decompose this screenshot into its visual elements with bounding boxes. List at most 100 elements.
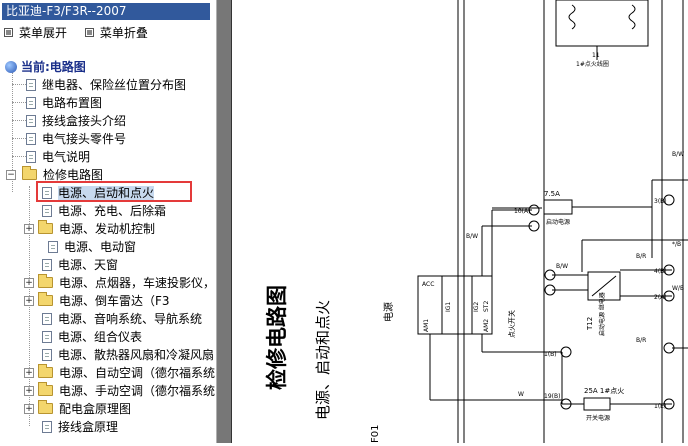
wire-label: B/W <box>556 263 568 270</box>
wire-label: W <box>518 391 524 398</box>
tree-folder[interactable]: 电源、自动空调（德尔福系统 <box>38 364 215 382</box>
connector-id: 1(E) <box>654 403 666 410</box>
tree-item-label: 电源、散热器风扇和冷凝风扇 <box>58 348 215 362</box>
wire-label: B/R <box>636 337 646 344</box>
document-icon <box>42 204 52 217</box>
tree-item-label: 电源、发动机控制 <box>59 222 156 236</box>
document-icon <box>26 132 36 145</box>
fuse-1-rating: 7.5A <box>544 190 560 198</box>
tree-item-label: 电源、自动空调（德尔福系统 <box>59 366 216 380</box>
tree-item-label: 电气接头零件号 <box>42 132 127 146</box>
tree-item-label: 电源、天窗 <box>58 258 119 272</box>
tree-item[interactable]: 电源、组合仪表 <box>42 328 142 346</box>
tree-item[interactable]: 电源、电动窗 <box>48 238 136 256</box>
expand-toggle[interactable]: + <box>24 278 34 288</box>
expand-toggle[interactable]: + <box>24 368 34 378</box>
coil-winding <box>568 4 576 30</box>
folder-icon <box>38 292 53 306</box>
wiring-diagram: 检修电路图 电源、启动和点火 电源 F01 7.5A 启动电源 25A 1#点火… <box>265 0 688 443</box>
connector-id: 10(A) <box>514 208 530 215</box>
tree-line <box>12 156 26 157</box>
document-icon <box>26 78 36 91</box>
document-viewer: 检修电路图 电源、启动和点火 电源 F01 7.5A 启动电源 25A 1#点火… <box>217 0 688 443</box>
tree-item-label: 电源、点烟器，车速投影仪， <box>59 276 216 290</box>
expand-toggle[interactable]: + <box>24 296 34 306</box>
pin-acc: ACC <box>422 281 434 288</box>
tree-item[interactable]: 电源、散热器风扇和冷凝风扇 <box>42 346 214 364</box>
tree-folder[interactable]: 配电盒原理图 <box>38 400 131 418</box>
relay-sub: 启动电源 继电器 <box>598 292 606 336</box>
folder-icon <box>38 220 53 234</box>
connector-id: 4(B) <box>654 268 667 275</box>
power-label: 电源 <box>382 302 395 322</box>
window-title: 比亚迪-F3/F3R--2007 <box>2 3 210 20</box>
tree-item-label: 配电盒原理图 <box>59 402 132 416</box>
highlight-box <box>36 181 192 202</box>
folder-open-icon <box>22 166 37 180</box>
tree-item-label: 电源、电动窗 <box>64 240 137 254</box>
tree-item-label: 继电器、保险丝位置分布图 <box>42 78 187 92</box>
menu-collapse-label: 菜单折叠 <box>99 26 148 40</box>
tree-folder[interactable]: 电源、手动空调（德尔福系统 <box>38 382 215 400</box>
tree-item[interactable]: 电源、音响系统、导航系统 <box>42 310 202 328</box>
document-icon <box>42 312 52 325</box>
expand-toggle[interactable]: + <box>24 224 34 234</box>
tree-item[interactable]: 继电器、保险丝位置分布图 <box>26 76 186 94</box>
diagram-title: 检修电路图 <box>265 285 289 390</box>
tree-item[interactable]: 接线盒接头介绍 <box>26 112 126 130</box>
pin-am1: AM1 <box>423 319 430 332</box>
folder-icon <box>38 400 53 414</box>
menu-collapse-button[interactable]: 菜单折叠 <box>84 24 148 42</box>
relay-name: T12 <box>586 317 594 331</box>
fuse-2-rating: 25A 1#点火 <box>584 387 624 395</box>
tree-line <box>12 120 26 121</box>
document-icon <box>42 258 52 271</box>
connector-id: 19(B) <box>544 393 560 400</box>
coil-number: 11 <box>592 52 600 59</box>
document-icon <box>26 96 36 109</box>
menu-expand-button[interactable]: 菜单展开 <box>4 24 67 42</box>
collapse-icon <box>84 28 94 37</box>
folder-icon <box>38 364 53 378</box>
expand-toggle[interactable]: + <box>24 404 34 414</box>
tree-current-node[interactable]: 当前:电路图 <box>5 58 86 76</box>
fuse-1-name: 启动电源 <box>546 218 570 226</box>
pin-st2: ST2 <box>483 301 490 312</box>
pin-ig1: IG1 <box>445 302 452 312</box>
tree-item[interactable]: 电路布置图 <box>26 94 102 112</box>
connector-id: 3(B) <box>654 198 667 205</box>
tree-item[interactable]: 接线盒原理 <box>42 418 118 436</box>
expand-icon <box>4 28 13 37</box>
tree-folder[interactable]: 电源、倒车雷达（F3 <box>38 292 170 310</box>
f01-label: F01 <box>370 425 381 443</box>
coil-winding <box>628 4 636 30</box>
wire-label: B/R <box>636 253 646 260</box>
folder-icon <box>38 274 53 288</box>
tree-folder[interactable]: 电源、点烟器，车速投影仪， <box>38 274 215 292</box>
tree-line <box>12 84 26 85</box>
document-icon <box>42 330 52 343</box>
tree-folder[interactable]: 电源、发动机控制 <box>38 220 155 238</box>
tree-item-label: 接线盒原理 <box>58 420 119 434</box>
tree-line <box>12 102 26 103</box>
switch-name: 点火开关 <box>507 310 516 338</box>
document-icon <box>26 150 36 163</box>
coil-label: 1#点火线圈 <box>576 60 609 68</box>
collapse-toggle[interactable]: − <box>6 170 16 180</box>
tree-item-label: 电源、手动空调（德尔福系统 <box>59 384 216 398</box>
tree-item[interactable]: 电源、充电、后除霜 <box>42 202 166 220</box>
connector-id: 2(A) <box>654 294 667 301</box>
tree-item[interactable]: 电气说明 <box>26 148 90 166</box>
tree-item-label: 电源、充电、后除霜 <box>58 204 167 218</box>
diagram-page[interactable]: 检修电路图 电源、启动和点火 电源 F01 7.5A 启动电源 25A 1#点火… <box>231 0 688 443</box>
expand-toggle[interactable]: + <box>24 386 34 396</box>
tree-item-label: 电气说明 <box>42 150 91 164</box>
tree-item[interactable]: 电气接头零件号 <box>26 130 126 148</box>
tree-item[interactable]: 电源、天窗 <box>42 256 118 274</box>
menu-expand-label: 菜单展开 <box>19 26 68 40</box>
diagram-subtitle: 电源、启动和点火 <box>314 300 332 420</box>
wire-label: B/W <box>466 233 478 240</box>
folder-icon <box>38 382 53 396</box>
globe-icon <box>5 60 17 73</box>
tree-item-label: 电源、组合仪表 <box>58 330 143 344</box>
